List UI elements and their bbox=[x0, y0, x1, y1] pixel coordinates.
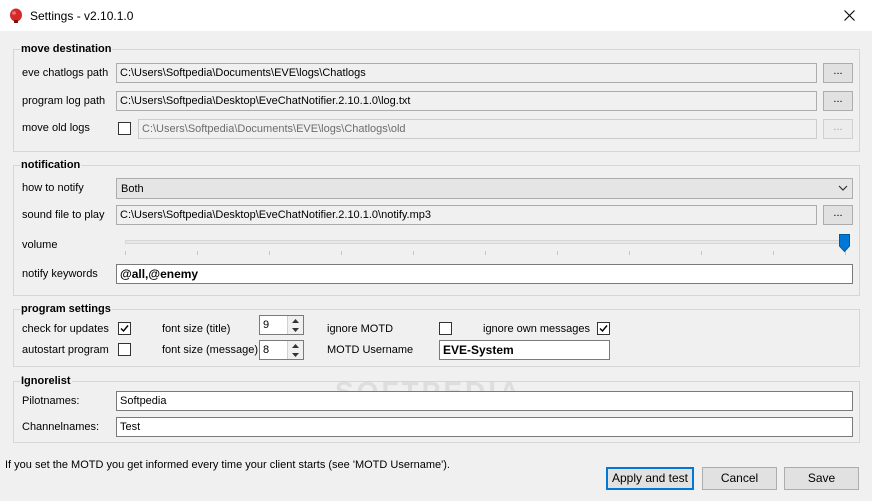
program-log-path-label: program log path bbox=[22, 95, 106, 107]
volume-slider-tick bbox=[269, 251, 270, 255]
volume-slider-tick bbox=[125, 251, 126, 255]
move-destination-legend: move destination bbox=[20, 43, 113, 55]
volume-slider-tick bbox=[629, 251, 630, 255]
pilotnames-field[interactable]: Softpedia bbox=[116, 391, 853, 411]
volume-slider-tick bbox=[413, 251, 414, 255]
ignore-motd-checkbox[interactable] bbox=[439, 322, 452, 335]
program-settings-group bbox=[13, 309, 860, 367]
title-bar: Settings - v2.10.1.0 bbox=[0, 0, 872, 31]
autostart-label: autostart program bbox=[22, 344, 109, 356]
program-log-path-field[interactable]: C:\Users\Softpedia\Desktop\EveChatNotifi… bbox=[116, 91, 817, 111]
notify-keywords-field[interactable]: @all,@enemy bbox=[116, 264, 853, 284]
font-size-title-down-button[interactable] bbox=[288, 325, 303, 334]
motd-username-label: MOTD Username bbox=[327, 344, 414, 356]
save-button[interactable]: Save bbox=[784, 467, 859, 490]
cancel-button[interactable]: Cancel bbox=[702, 467, 777, 490]
ignore-motd-label: ignore MOTD bbox=[327, 323, 394, 335]
triangle-down-icon bbox=[292, 327, 299, 332]
move-old-logs-checkbox[interactable] bbox=[118, 122, 131, 135]
check-updates-label: check for updates bbox=[22, 323, 109, 335]
how-to-notify-dropdown[interactable]: Both bbox=[116, 178, 853, 199]
sound-file-label: sound file to play bbox=[22, 209, 105, 221]
volume-slider[interactable] bbox=[120, 232, 850, 258]
font-size-message-arrows bbox=[287, 341, 303, 359]
pilotnames-label: Pilotnames: bbox=[22, 395, 80, 407]
font-size-title-stepper[interactable]: 9 bbox=[259, 315, 304, 335]
volume-slider-tick bbox=[197, 251, 198, 255]
chatlogs-browse-button[interactable]: ... bbox=[823, 63, 853, 83]
chatlogs-path-label: eve chatlogs path bbox=[22, 67, 109, 79]
sound-file-browse-button[interactable]: ... bbox=[823, 205, 853, 225]
move-old-logs-path-field: C:\Users\Softpedia\Documents\EVE\logs\Ch… bbox=[138, 119, 817, 139]
chevron-down-icon bbox=[838, 185, 848, 191]
apply-and-test-button[interactable]: Apply and test bbox=[606, 467, 694, 490]
checkmark-icon bbox=[120, 325, 129, 333]
channelnames-field[interactable]: Test bbox=[116, 417, 853, 437]
channelnames-label: Channelnames: bbox=[22, 421, 100, 433]
how-to-notify-value: Both bbox=[121, 183, 144, 195]
volume-slider-tick bbox=[485, 251, 486, 255]
triangle-down-icon bbox=[292, 352, 299, 357]
volume-slider-tick bbox=[701, 251, 702, 255]
check-updates-checkbox[interactable] bbox=[118, 322, 131, 335]
triangle-up-icon bbox=[292, 318, 299, 323]
checkmark-icon bbox=[599, 325, 608, 333]
triangle-up-icon bbox=[292, 343, 299, 348]
window-title: Settings - v2.10.1.0 bbox=[30, 9, 134, 23]
ignore-own-messages-label: ignore own messages bbox=[483, 323, 591, 335]
chatlogs-path-field[interactable]: C:\Users\Softpedia\Documents\EVE\logs\Ch… bbox=[116, 63, 817, 83]
move-old-logs-browse-button: ... bbox=[823, 119, 853, 139]
notification-legend: notification bbox=[20, 159, 82, 171]
font-size-title-value: 9 bbox=[263, 319, 270, 331]
font-size-message-down-button[interactable] bbox=[288, 350, 303, 359]
font-size-message-stepper[interactable]: 8 bbox=[259, 340, 304, 360]
ignore-own-messages-checkbox[interactable] bbox=[597, 322, 610, 335]
motd-username-field[interactable]: EVE-System bbox=[439, 340, 610, 360]
close-button[interactable] bbox=[826, 0, 872, 31]
how-to-notify-label: how to notify bbox=[22, 182, 84, 194]
notify-keywords-label: notify keywords bbox=[22, 268, 98, 280]
volume-slider-track bbox=[125, 240, 845, 244]
red-bell-icon bbox=[10, 8, 22, 23]
program-settings-legend: program settings bbox=[20, 303, 112, 315]
motd-info-text: If you set the MOTD you get informed eve… bbox=[5, 459, 450, 471]
autostart-checkbox[interactable] bbox=[118, 343, 131, 356]
sound-file-field[interactable]: C:\Users\Softpedia\Desktop\EveChatNotifi… bbox=[116, 205, 817, 225]
ignorelist-legend: Ignorelist bbox=[20, 375, 72, 387]
font-size-message-value: 8 bbox=[263, 344, 270, 356]
close-icon bbox=[843, 10, 855, 21]
move-old-logs-label: move old logs bbox=[22, 122, 90, 134]
volume-slider-thumb[interactable] bbox=[839, 234, 850, 252]
volume-slider-tick bbox=[557, 251, 558, 255]
program-log-browse-button[interactable]: ... bbox=[823, 91, 853, 111]
font-size-message-label: font size (message) bbox=[162, 344, 258, 356]
font-size-title-label: font size (title) bbox=[162, 323, 231, 335]
volume-slider-tick bbox=[773, 251, 774, 255]
volume-label: volume bbox=[22, 239, 58, 251]
font-size-title-arrows bbox=[287, 316, 303, 334]
volume-slider-tick bbox=[341, 251, 342, 255]
